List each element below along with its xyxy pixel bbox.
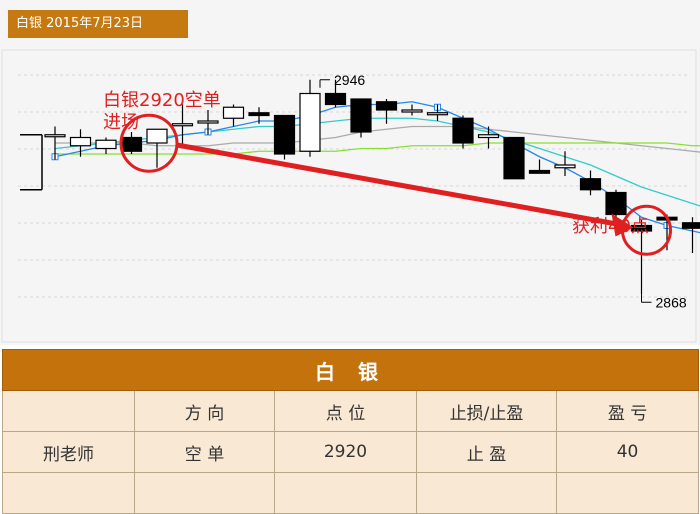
candle-body bbox=[300, 94, 320, 152]
candle-body bbox=[122, 138, 142, 152]
candlestick-chart: 2946 2868 白银2920空单进场获利40点 bbox=[0, 0, 700, 345]
table-row: 刑老师 空 单 2920 止 盈 40 bbox=[3, 432, 699, 473]
profit-annotation: 获利40点 bbox=[572, 216, 649, 237]
chart-title-tab: 白银 2015年7月23日 bbox=[8, 10, 188, 38]
table-header-row: 方 向 点 位 止损/止盈 盈 亏 bbox=[3, 391, 699, 432]
candle-body bbox=[224, 107, 244, 118]
table-header-cell: 止损/止盈 bbox=[417, 391, 557, 432]
table-header-cell: 盈 亏 bbox=[557, 391, 699, 432]
table-cell bbox=[557, 473, 699, 514]
candle-body bbox=[377, 102, 397, 110]
candle-body bbox=[249, 113, 269, 116]
candle-body bbox=[555, 165, 575, 168]
candle-body bbox=[173, 124, 193, 126]
candle-body bbox=[428, 113, 448, 115]
table-cell: 2920 bbox=[275, 432, 417, 473]
candle-body bbox=[453, 118, 473, 143]
candle-body bbox=[402, 110, 422, 112]
table-header-cell: 点 位 bbox=[275, 391, 417, 432]
table-header-cell: 方 向 bbox=[135, 391, 275, 432]
candle-body bbox=[606, 193, 626, 215]
candle-body bbox=[504, 138, 524, 179]
entry-annotation: 进场 bbox=[103, 112, 139, 133]
candle-body bbox=[530, 171, 550, 174]
trend-arrow bbox=[177, 145, 620, 225]
entry-annotation: 白银2920空单 bbox=[103, 90, 221, 111]
candle-body bbox=[45, 135, 65, 137]
table-row bbox=[3, 473, 699, 514]
candle-body bbox=[275, 116, 295, 155]
table-cell bbox=[275, 473, 417, 514]
candle-body bbox=[581, 179, 601, 190]
table-cell bbox=[3, 473, 135, 514]
table-cell: 刑老师 bbox=[3, 432, 135, 473]
chart-panel: 2946 2868 白银2920空单进场获利40点 白银 2015年7月23日 bbox=[0, 0, 700, 345]
table-cell: 止 盈 bbox=[417, 432, 557, 473]
candle-body bbox=[147, 129, 167, 143]
candle-body bbox=[351, 99, 371, 132]
high-price-label: 2946 bbox=[334, 72, 365, 88]
trade-table: 白 银 方 向 点 位 止损/止盈 盈 亏 刑老师 空 单 2920 止 盈 4… bbox=[2, 349, 698, 514]
candle-body bbox=[96, 140, 116, 148]
low-price-label: 2868 bbox=[656, 294, 687, 310]
table-cell bbox=[135, 473, 275, 514]
candle-body bbox=[71, 138, 91, 146]
table-cell: 空 单 bbox=[135, 432, 275, 473]
table-title: 白 银 bbox=[3, 350, 699, 391]
table-cell: 40 bbox=[557, 432, 699, 473]
table-header-cell bbox=[3, 391, 135, 432]
candle-body bbox=[683, 223, 700, 229]
table-cell bbox=[417, 473, 557, 514]
candle-body bbox=[198, 121, 218, 123]
candle-body bbox=[479, 135, 499, 138]
candle-body bbox=[326, 94, 346, 105]
